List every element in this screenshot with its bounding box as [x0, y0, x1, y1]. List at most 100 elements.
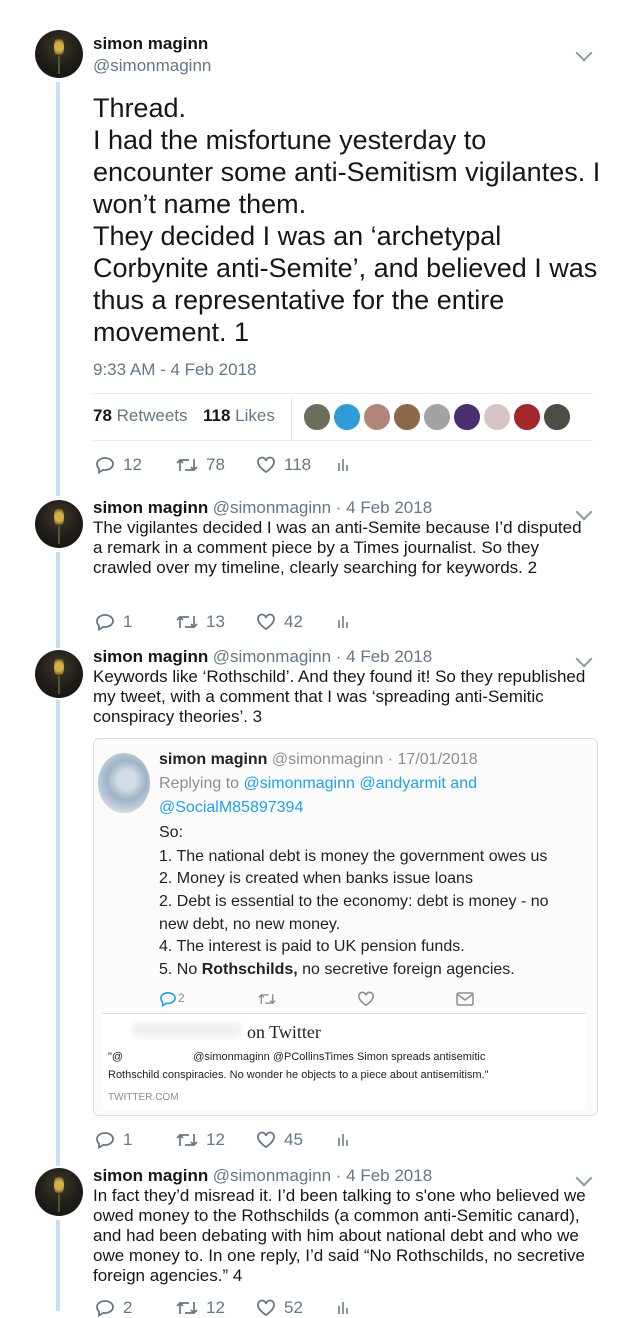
embed-reply-count: 2: [178, 991, 185, 1005]
reply-button[interactable]: 2: [95, 1298, 132, 1318]
embed-replying-handles: @simonmaginn @andyarmit: [243, 775, 446, 792]
heart-icon: [257, 1131, 275, 1149]
retweet-button[interactable]: 12: [176, 1298, 225, 1318]
liker-avatar[interactable]: [453, 403, 481, 431]
liker-avatar[interactable]: [483, 403, 511, 431]
heart-icon: [257, 456, 275, 474]
embed-line: new debt, no new money.: [159, 916, 341, 933]
embed-replying-to: Replying to @simonmaginn @andyarmit and: [159, 775, 477, 793]
like-button[interactable]: 118: [256, 455, 311, 475]
embed-replying-handle-2: @SocialM85897394: [159, 799, 304, 816]
liker-avatar[interactable]: [333, 403, 361, 431]
retweet-icon: [176, 615, 198, 629]
like-button[interactable]: 45: [256, 1130, 303, 1150]
card-domain: TWITTER.COM: [108, 1092, 179, 1103]
reply-icon: [96, 457, 114, 474]
reply-button[interactable]: 1: [95, 1130, 132, 1150]
heart-icon: [358, 991, 374, 1007]
reply-icon: [96, 614, 114, 631]
likes-label: Likes: [235, 406, 275, 425]
reply-count: 12: [123, 455, 142, 474]
avatar[interactable]: [35, 30, 83, 78]
liker-avatars[interactable]: [303, 403, 573, 431]
analytics-icon: [338, 1134, 348, 1146]
retweet-button[interactable]: 13: [176, 612, 225, 632]
liker-avatar[interactable]: [423, 403, 451, 431]
heart-icon: [257, 1299, 275, 1317]
like-count: 118: [284, 455, 312, 474]
card-quote-mid: @simonmaginn @PCollinsTimes Simon spread…: [193, 1051, 486, 1063]
chevron-down-icon[interactable]: [575, 44, 593, 62]
author-name[interactable]: simon maginn: [93, 1166, 208, 1185]
embed-replying-prefix: Replying to: [159, 775, 240, 792]
avatar[interactable]: [35, 650, 83, 698]
author-handle-date[interactable]: @simonmaginn · 4 Feb 2018: [213, 498, 432, 517]
liker-avatar[interactable]: [513, 403, 541, 431]
chevron-down-icon[interactable]: [575, 650, 593, 668]
card-quote-line1: "@ @simonmaginn @PCollinsTimes Simon spr…: [108, 1051, 485, 1063]
author-name[interactable]: simon maginn: [93, 647, 208, 666]
author-name[interactable]: simon maginn: [93, 498, 208, 517]
author-handle-date[interactable]: @simonmaginn · 4 Feb 2018: [213, 1166, 432, 1185]
liker-avatar[interactable]: [363, 403, 391, 431]
analytics-button[interactable]: [337, 1130, 351, 1148]
avatar[interactable]: [35, 500, 83, 548]
tweet-text: Keywords like ‘Rothschild’. And they fou…: [93, 667, 586, 726]
like-button[interactable]: 42: [256, 612, 303, 632]
chevron-down-icon[interactable]: [575, 1169, 593, 1187]
like-count: 45: [284, 1130, 303, 1149]
analytics-button[interactable]: [337, 455, 351, 473]
embedded-image[interactable]: simon maginn @simonmaginn · 17/01/2018 R…: [93, 738, 598, 1116]
thread-line: [56, 82, 60, 496]
retweet-icon: [176, 1133, 198, 1147]
analytics-icon: [338, 459, 348, 471]
like-count: 52: [284, 1298, 303, 1317]
card-title: on Twitter: [247, 1022, 321, 1042]
embed-actions: 2: [159, 989, 579, 1009]
divider: [93, 393, 593, 394]
embed-line: So:: [159, 824, 184, 841]
like-button[interactable]: 52: [256, 1298, 303, 1318]
retweets-count: 78: [93, 406, 112, 425]
embed-header: simon maginn @simonmaginn · 17/01/2018: [159, 751, 478, 769]
author-name[interactable]: simon maginn: [93, 34, 208, 54]
retweet-button[interactable]: 12: [176, 1130, 225, 1150]
liker-avatar[interactable]: [393, 403, 421, 431]
reply-icon: [160, 991, 176, 1007]
retweet-icon: [258, 993, 276, 1005]
embed-line: 2. Debt is essential to the economy: deb…: [159, 893, 549, 910]
link-card[interactable]: on Twitter "@ @simonmaginn @PCollinsTime…: [102, 1013, 586, 1110]
redacted-name: [132, 1023, 242, 1037]
analytics-icon: [338, 616, 348, 628]
tweet-timestamp[interactable]: 9:33 AM - 4 Feb 2018: [93, 360, 257, 380]
message-icon: [456, 992, 474, 1006]
embed-line: 2. Money is created when banks issue loa…: [159, 870, 473, 887]
retweet-icon: [176, 458, 198, 472]
likes-stat[interactable]: 118 Likes: [203, 406, 275, 426]
reply-button[interactable]: 1: [95, 612, 132, 632]
liker-avatar[interactable]: [543, 403, 571, 431]
tweet-header: simon maginn @simonmaginn · 4 Feb 2018: [93, 1166, 432, 1186]
author-handle-date[interactable]: @simonmaginn · 4 Feb 2018: [213, 647, 432, 666]
author-handle[interactable]: @simonmaginn: [93, 56, 211, 76]
embed-line: 1. The national debt is money the govern…: [159, 848, 548, 865]
analytics-button[interactable]: [337, 1298, 351, 1316]
embed-avatar: [98, 753, 150, 813]
thread-line: [56, 552, 60, 648]
embed-author-name: simon maginn: [159, 751, 268, 768]
reply-button[interactable]: 12: [95, 455, 142, 475]
retweet-button[interactable]: 78: [176, 455, 225, 475]
analytics-icon: [338, 1302, 348, 1314]
divider: [93, 440, 593, 441]
embed-line: 4. The interest is paid to UK pension fu…: [159, 938, 465, 955]
reply-count: 2: [123, 1298, 133, 1317]
embed-handle-date: @simonmaginn · 17/01/2018: [271, 751, 478, 768]
heart-icon: [257, 613, 275, 631]
reply-count: 1: [123, 1130, 133, 1149]
likes-count: 118: [203, 406, 231, 425]
liker-avatar[interactable]: [303, 403, 331, 431]
retweets-stat[interactable]: 78 Retweets: [93, 406, 188, 426]
avatar[interactable]: [35, 1168, 83, 1216]
retweet-count: 78: [206, 455, 225, 474]
analytics-button[interactable]: [337, 612, 351, 630]
